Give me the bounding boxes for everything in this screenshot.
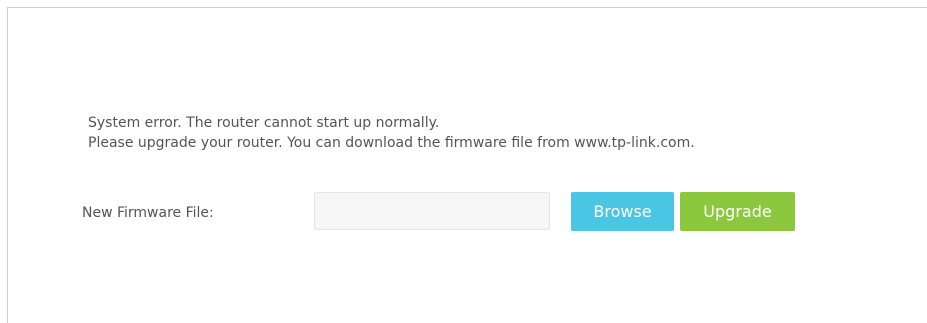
new-firmware-file-label: New Firmware File: [82, 205, 214, 221]
firmware-upgrade-panel: System error. The router cannot start up… [7, 7, 927, 323]
error-line-2: Please upgrade your router. You can down… [88, 135, 695, 151]
error-line-1: System error. The router cannot start up… [88, 115, 440, 131]
firmware-file-field[interactable] [314, 192, 550, 230]
browse-button[interactable]: Browse [571, 192, 674, 231]
system-error-message: System error. The router cannot start up… [88, 113, 695, 153]
upgrade-button[interactable]: Upgrade [680, 192, 795, 231]
